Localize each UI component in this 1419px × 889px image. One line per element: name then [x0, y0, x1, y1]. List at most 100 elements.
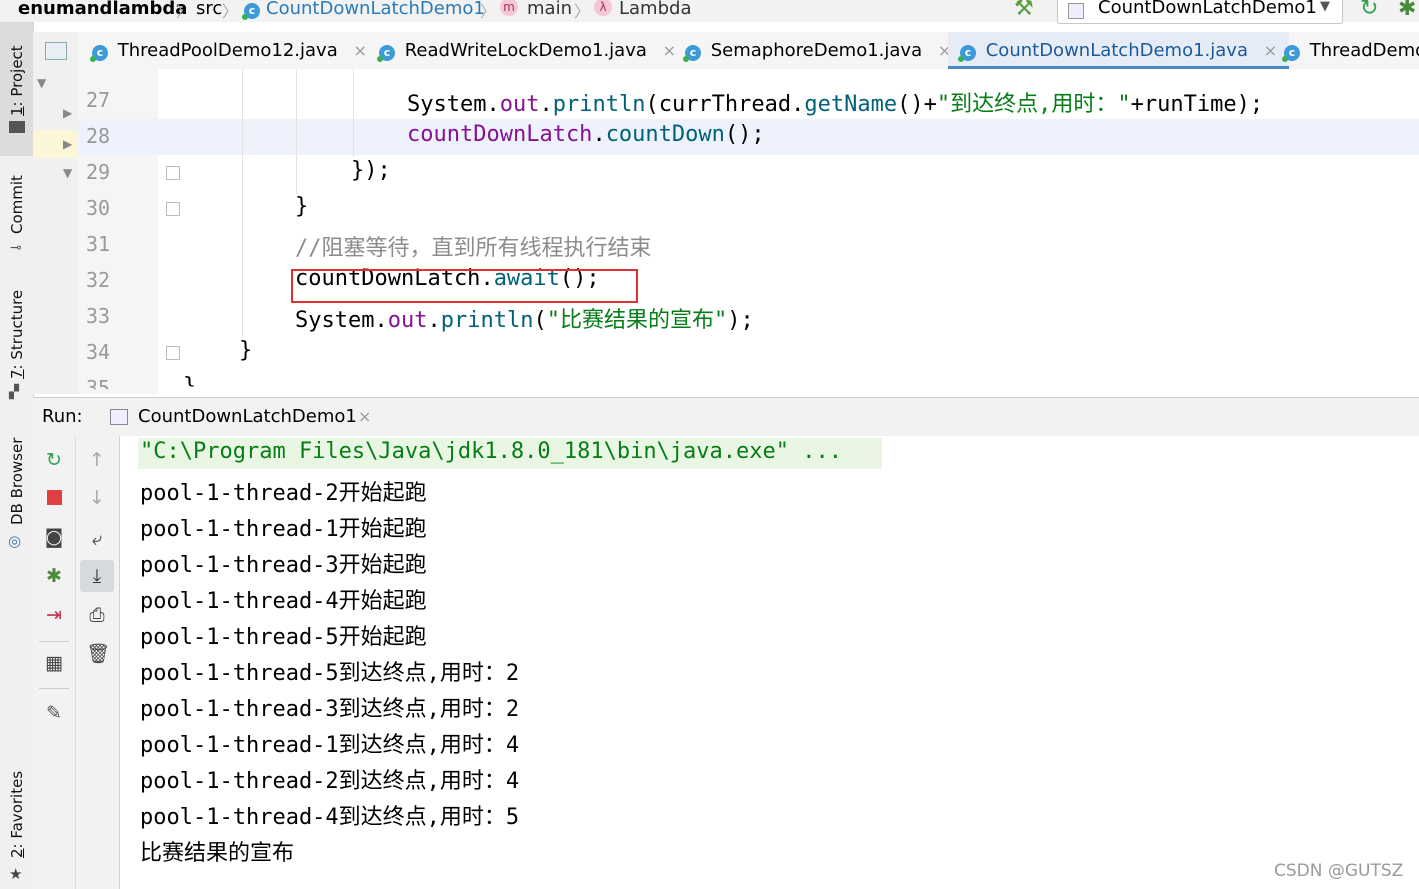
line-number: 29: [86, 160, 111, 184]
debug-bug-icon[interactable]: ✱: [1398, 0, 1416, 21]
commit-icon: ⊸: [10, 240, 22, 256]
expand-arrow-icon[interactable]: ▶: [63, 106, 72, 120]
code-token: .: [539, 92, 553, 117]
tab-readwritelockdemo1[interactable]: c ReadWriteLockDemo1.java ×: [377, 32, 676, 69]
run-label: Run:: [42, 406, 83, 427]
structure-icon: ▞: [9, 385, 19, 400]
run-tab[interactable]: CountDownLatchDemo1 ×: [90, 398, 410, 439]
folder-icon: [9, 121, 25, 133]
toolbar-divider: [39, 688, 69, 689]
tab-threadpooldemo12[interactable]: c ThreadPoolDemo12.java ×: [90, 32, 367, 69]
code-line: }: [239, 338, 252, 363]
toolbar-divider: [39, 641, 69, 642]
arrow-up-icon[interactable]: ↑: [86, 449, 108, 471]
structure-tab-label: : Structure: [8, 289, 26, 370]
fold-marker-icon[interactable]: [166, 346, 180, 360]
rerun-icon[interactable]: ↻: [1360, 0, 1378, 21]
collapse-arrow-icon[interactable]: ▼: [63, 166, 72, 180]
breadcrumb-lambda[interactable]: Lambda: [619, 0, 691, 21]
favorites-tab-number: 2: [8, 848, 26, 858]
tool-tab-project[interactable]: 1: Project: [8, 45, 26, 116]
breadcrumb-method[interactable]: main: [527, 0, 572, 21]
favorites-tab-label: : Favorites: [8, 770, 26, 849]
console-line: 比赛结果的宣布: [140, 841, 295, 866]
run-config-label: CountDownLatchDemo1: [1098, 0, 1317, 18]
exit-icon[interactable]: ⇥: [43, 604, 65, 626]
code-token: println: [552, 92, 646, 117]
method-icon: m: [500, 0, 518, 16]
project-tab-label: : Project: [8, 45, 26, 107]
structure-tab-number: 7: [8, 369, 26, 379]
annotation-highlight-box: [291, 269, 638, 303]
tab-countdownlatchdemo1[interactable]: c CountDownLatchDemo1.java ×: [948, 32, 1290, 69]
code-line: //阻塞等待，直到所有线程执行结束: [295, 230, 652, 262]
print-icon[interactable]: ⎙: [86, 604, 108, 626]
run-config-icon: [110, 409, 128, 425]
build-hammer-icon[interactable]: ⚒: [1014, 0, 1034, 21]
line-number: 32: [86, 268, 111, 292]
line-number: 33: [86, 304, 111, 328]
tab-semaphoredemo1[interactable]: c SemaphoreDemo1.java ×: [683, 32, 951, 69]
debug-bug-icon[interactable]: ✱: [43, 565, 65, 587]
watermark: CSDN @GUTSZ: [1274, 861, 1404, 881]
fold-marker-icon[interactable]: [166, 202, 180, 216]
editor-tab-bar: c ThreadPoolDemo12.java × c ReadWriteLoc…: [78, 32, 1419, 70]
arrow-down-icon[interactable]: ↓: [86, 487, 108, 509]
project-view-icon[interactable]: [45, 42, 67, 60]
layout-icon[interactable]: ▦: [43, 652, 65, 674]
code-token: .: [592, 122, 606, 147]
project-panel-edge: ▼ ▶ ▶ ▼: [33, 32, 79, 394]
collapse-arrow-icon[interactable]: ▼: [37, 76, 46, 90]
code-token: countDown: [605, 122, 725, 147]
line-number: 28: [86, 124, 111, 148]
stop-icon[interactable]: [43, 487, 65, 509]
run-toolbar-secondary: ↑ ↓ ⤶ ⤓ ⎙ 🗑: [76, 436, 120, 889]
code-token: }: [295, 194, 309, 219]
class-icon: c: [377, 45, 395, 62]
code-line: countDownLatch.countDown();: [407, 122, 765, 147]
commit-tab-label: Commit: [8, 175, 26, 234]
run-config-dropdown[interactable]: CountDownLatchDemo1 ▼: [1057, 0, 1343, 24]
line-number: 31: [86, 232, 111, 256]
code-token: ();: [724, 122, 765, 147]
console-line: pool-1-thread-1到达终点,用时：4: [140, 733, 520, 758]
close-icon[interactable]: ×: [663, 41, 676, 60]
run-tab-label: CountDownLatchDemo1: [138, 406, 357, 427]
code-token: }: [239, 338, 253, 363]
tool-tab-favorites[interactable]: 2: Favorites: [8, 771, 26, 858]
breadcrumb-project[interactable]: enumandlambda: [18, 0, 187, 21]
console-line: pool-1-thread-3到达终点,用时：2: [140, 697, 520, 722]
close-icon[interactable]: ×: [1264, 41, 1277, 60]
tool-tab-db-browser[interactable]: DB Browser: [8, 438, 26, 525]
code-token: +runTime);: [1130, 92, 1264, 117]
breadcrumb-src[interactable]: src: [196, 0, 222, 21]
scroll-to-end-icon[interactable]: ⤓: [86, 565, 108, 587]
tab-label: ReadWriteLockDemo1.java: [404, 40, 647, 61]
tool-tab-structure[interactable]: 7: Structure: [8, 290, 26, 379]
soft-wrap-icon[interactable]: ⤶: [86, 528, 108, 550]
expand-arrow-icon[interactable]: ▶: [63, 137, 72, 151]
trash-icon[interactable]: 🗑: [86, 643, 110, 665]
tool-tab-commit[interactable]: Commit: [8, 175, 26, 234]
code-token: .: [427, 308, 441, 333]
close-icon[interactable]: ×: [358, 407, 371, 426]
breadcrumb-bar: enumandlambda 〉 src 〉 c CountDownLatchDe…: [0, 0, 1419, 24]
breadcrumb-separator: 〉: [574, 2, 591, 21]
pin-icon[interactable]: ✎: [43, 702, 65, 724]
code-token: (currThread.: [645, 92, 805, 117]
code-token: ()+: [897, 92, 937, 117]
code-line: System.out.println("比赛结果的宣布");: [295, 302, 754, 334]
tab-label: CountDownLatchDemo1.java: [985, 40, 1248, 61]
code-token: System: [295, 308, 375, 333]
code-token: (: [533, 308, 547, 333]
breadcrumb-separator: 〉: [176, 2, 193, 21]
console-line: pool-1-thread-4到达终点,用时：5: [140, 805, 520, 830]
code-token: getName: [804, 92, 898, 117]
tab-threaddemo[interactable]: c ThreadDemo: [1282, 32, 1419, 69]
close-icon[interactable]: ×: [353, 41, 366, 60]
fold-marker-icon[interactable]: [166, 166, 180, 180]
breadcrumb-class[interactable]: CountDownLatchDemo1: [266, 0, 485, 21]
camera-icon[interactable]: ◙: [43, 526, 65, 548]
rerun-icon[interactable]: ↻: [43, 449, 65, 471]
code-token: "比赛结果的宣布": [546, 308, 728, 333]
